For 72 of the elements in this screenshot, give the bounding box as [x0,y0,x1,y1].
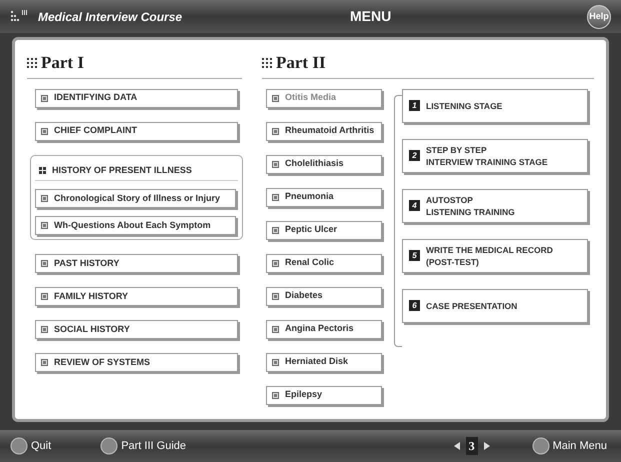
screen-title: MENU [350,7,392,26]
submenu-button[interactable]: Wh-Questions About Each Symptom [35,216,236,235]
main-menu-button[interactable]: Main Menu [532,435,611,457]
next-page-icon[interactable] [484,442,490,450]
round-button-icon [10,437,28,455]
previous-page-icon[interactable] [454,442,460,450]
stage-button[interactable]: 6 CASE PRESENTATION [402,288,588,322]
square-bullet-icon [272,358,279,366]
stage-number: 2 [409,150,420,161]
square-bullet-icon [272,128,279,134]
menu-button[interactable]: FAMILY HISTORY [35,287,238,306]
section-heading: Part I [41,52,84,74]
stage-label: WRITE THE MEDICAL RECORD [426,244,553,256]
menu-button[interactable]: REVIEW OF SYSTEMS [35,353,238,372]
case-button[interactable]: Renal Colic [266,254,382,272]
stage-number: 4 [409,200,420,211]
dots-icon [39,166,46,174]
round-button-icon [100,437,118,455]
submenu-button[interactable]: Chronological Story of Illness or Injury [35,189,236,208]
stage-label: AUTOSTOP [426,194,474,206]
square-bullet-icon [272,94,279,102]
square-bullet-icon [272,326,279,332]
stage-button[interactable]: 4 AUTOSTOP LISTENING TRAINING [402,188,588,222]
stage-label: STEP BY STEP [426,144,488,156]
square-bullet-icon [272,160,279,168]
case-button[interactable]: Pneumonia [266,188,382,206]
stage-label: (POST-TEST) [426,256,480,268]
case-button[interactable]: Cholelithiasis [266,154,382,174]
square-bullet-icon [41,222,48,229]
quit-button[interactable]: Quit [10,435,56,457]
square-bullet-icon [41,293,48,300]
stage-button[interactable]: 2 STEP BY STEP INTERVIEW TRAINING STAGE [402,138,588,172]
course-title: Medical Interview Course [38,8,184,26]
stage-label: LISTENING TRAINING [426,206,515,218]
menu-button[interactable]: PAST HISTORY [35,254,238,273]
square-bullet-icon [41,359,48,366]
grid-icon [262,58,272,68]
case-button[interactable]: Otitis Media [266,88,382,108]
group-heading: HISTORY OF PRESENT ILLNESS [52,164,192,176]
stage-button[interactable]: 5 WRITE THE MEDICAL RECORD (POST-TEST) [402,238,588,272]
stage-label: CASE PRESENTATION [426,300,518,312]
stage-label: LISTENING STAGE [426,100,502,112]
menu-button[interactable]: CHIEF COMPLAINT [35,122,238,140]
square-bullet-icon [272,392,279,398]
round-button-icon [532,437,550,455]
square-bullet-icon [41,94,48,102]
guide-button[interactable]: Part III Guide [100,435,190,457]
case-button[interactable]: Diabetes [266,286,382,306]
stage-label: INTERVIEW TRAINING STAGE [426,156,548,168]
case-button[interactable]: Herniated Disk [266,352,382,372]
menu-button[interactable]: IDENTIFYING DATA [35,88,238,108]
case-button[interactable]: Angina Pectoris [266,320,382,338]
stage-number: 6 [409,300,420,311]
stage-number: 1 [409,100,420,111]
square-bullet-icon [41,195,48,202]
square-bullet-icon [41,260,48,267]
square-bullet-icon [272,260,279,266]
case-button[interactable]: Peptic Ulcer [266,220,382,240]
case-button[interactable]: Rheumatoid Arthritis [266,122,382,140]
square-bullet-icon [272,292,279,300]
square-bullet-icon [272,194,279,200]
square-bullet-icon [41,326,48,333]
page-number: 3 [466,437,478,455]
menu-button[interactable]: SOCIAL HISTORY [35,320,238,339]
square-bullet-icon [272,226,279,234]
stage-number: 5 [409,250,420,261]
stage-button[interactable]: 1 LISTENING STAGE [402,88,588,122]
help-button[interactable]: Help [587,4,611,28]
section-heading: Part II [276,52,326,74]
square-bullet-icon [41,128,48,134]
grid-icon [27,58,37,68]
case-button[interactable]: Epilepsy [266,386,382,404]
